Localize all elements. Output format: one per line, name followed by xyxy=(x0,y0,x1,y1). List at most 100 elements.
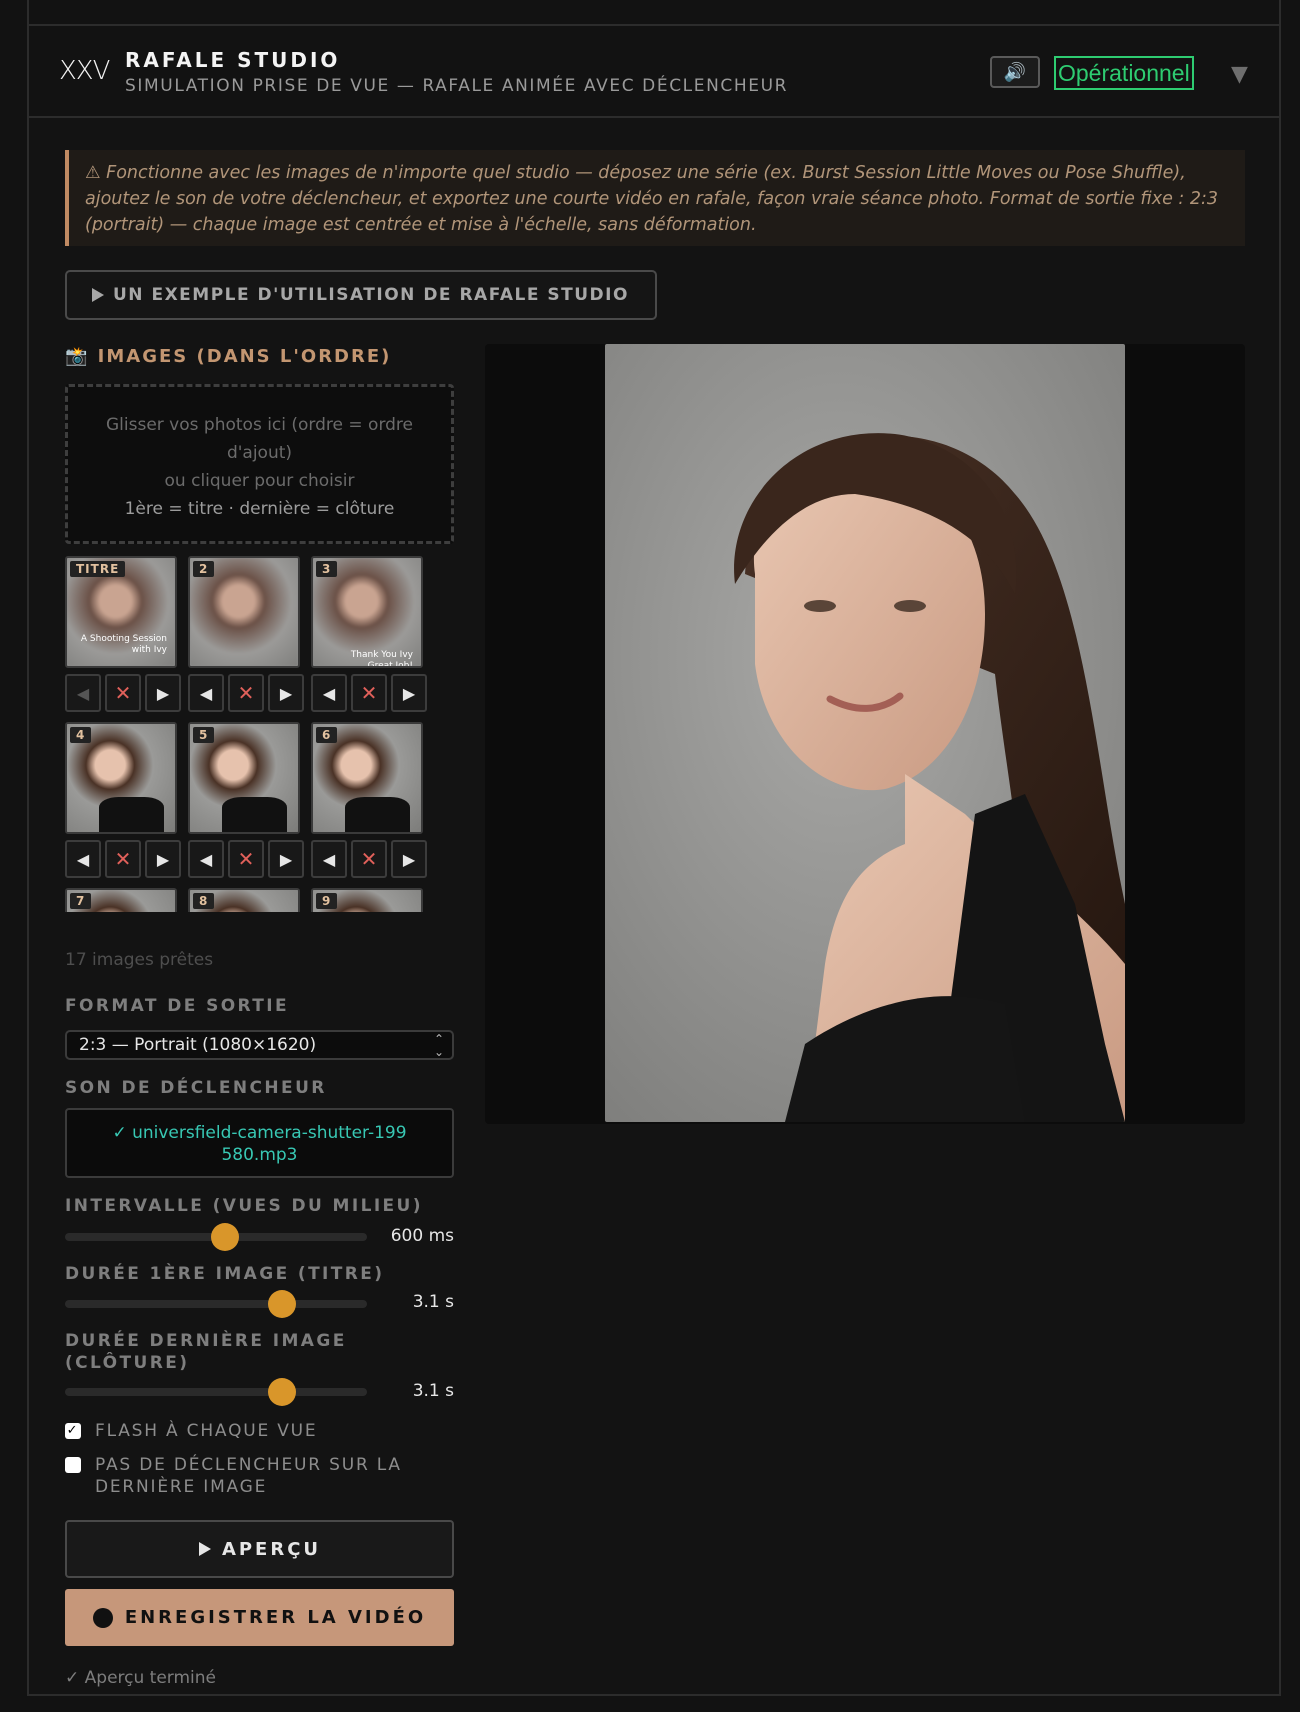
shutter-file-picker[interactable]: ✓ universfield-camera-shutter-199580.mp3 xyxy=(65,1108,454,1178)
thumbnail-dress xyxy=(345,797,411,832)
play-icon xyxy=(92,288,104,302)
dropzone-line-2: ou cliquer pour choisir xyxy=(164,471,355,491)
remove-image-button[interactable]: ✕ xyxy=(228,840,264,878)
preview-status: ✓ Aperçu terminé xyxy=(65,1668,216,1688)
first-duration-label: DURÉE 1ÈRE IMAGE (TITRE) xyxy=(65,1264,385,1284)
no-shutter-last-option[interactable]: PAS DE DÉCLENCHEUR SUR LA DERNIÈRE IMAGE xyxy=(65,1454,445,1498)
remove-image-button[interactable]: ✕ xyxy=(105,674,141,712)
dropzone-line-1: Glisser vos photos ici (ordre = ordre d'… xyxy=(106,415,413,463)
thumbnail[interactable]: TITRE A Shooting Session with Ivy xyxy=(65,556,177,668)
preview-label: APERÇU xyxy=(221,1538,322,1560)
thumbnail-caption: Thank You Ivy Great Job! xyxy=(350,650,413,668)
thumbnail-controls: ◀ ✕ ▶ xyxy=(188,674,304,712)
remove-image-button[interactable]: ✕ xyxy=(351,674,387,712)
first-duration-slider[interactable] xyxy=(65,1290,367,1318)
interval-slider[interactable] xyxy=(65,1223,367,1251)
speaker-icon: 🔊 xyxy=(1003,61,1027,83)
thumbnail-controls: ◀ ✕ ▶ xyxy=(65,674,181,712)
app-title: RAFALE STUDIO xyxy=(125,48,341,72)
thumbnail-dress xyxy=(222,797,288,832)
move-right-button[interactable]: ▶ xyxy=(391,674,427,712)
preview-button[interactable]: APERÇU xyxy=(65,1520,454,1578)
no-shutter-last-checkbox[interactable] xyxy=(65,1457,81,1473)
thumbnail-dress xyxy=(99,797,165,832)
info-notice: ⚠ Fonctionne avec les images de n'import… xyxy=(65,150,1245,246)
sound-toggle-button[interactable]: 🔊 xyxy=(990,56,1040,88)
play-icon xyxy=(198,1542,211,1556)
thumbnail-badge: 5 xyxy=(193,727,215,743)
thumbnail-badge: 9 xyxy=(316,893,338,909)
thumbnail-badge: 7 xyxy=(70,893,92,909)
thumbnail[interactable]: 5 xyxy=(188,722,300,834)
move-right-button[interactable]: ▶ xyxy=(145,674,181,712)
dropzone-line-3: 1ère = titre · dernière = clôture xyxy=(124,499,395,519)
shutter-label: SON DE DÉCLENCHEUR xyxy=(65,1078,327,1098)
remove-image-button[interactable]: ✕ xyxy=(351,840,387,878)
thumbnail-badge: 3 xyxy=(316,561,338,577)
shutter-file-name: ✓ universfield-camera-shutter-199580.mp3 xyxy=(112,1123,407,1165)
chevron-down-icon[interactable]: ▼ xyxy=(1231,62,1248,87)
flash-checkbox[interactable]: ✓ xyxy=(65,1423,81,1439)
app-subtitle: SIMULATION PRISE DE VUE — RAFALE ANIMÉE … xyxy=(125,76,789,96)
slider-knob[interactable] xyxy=(268,1290,297,1318)
thumbnail-controls: ◀ ✕ ▶ xyxy=(311,840,427,878)
first-duration-value: 3.1 s xyxy=(412,1292,454,1312)
logo: XXV xyxy=(59,56,110,86)
images-section-title: 📸 IMAGES (DANS L'ORDRE) xyxy=(65,346,392,367)
no-shutter-last-label: PAS DE DÉCLENCHEUR SUR LA DERNIÈRE IMAGE xyxy=(95,1455,402,1497)
thumbnail[interactable]: 9 xyxy=(311,888,423,912)
example-usage-button[interactable]: UN EXEMPLE D'UTILISATION DE RAFALE STUDI… xyxy=(65,270,657,320)
interval-label: INTERVALLE (VUES DU MILIEU) xyxy=(65,1196,423,1216)
preview-photo xyxy=(605,344,1125,1122)
thumbnail-controls: ◀ ✕ ▶ xyxy=(65,840,181,878)
thumbnail-grid: TITRE A Shooting Session with Ivy ◀ ✕ ▶ 2 ◀ ✕ ▶ 3… xyxy=(65,556,445,912)
portrait-image xyxy=(605,344,1125,1122)
move-left-button[interactable]: ◀ xyxy=(65,840,101,878)
image-dropzone[interactable]: Glisser vos photos ici (ordre = ordre d'… xyxy=(65,384,454,544)
header: XXV RAFALE STUDIO SIMULATION PRISE DE VU… xyxy=(29,26,1279,118)
thumbnail[interactable]: 2 xyxy=(188,556,300,668)
move-left-button[interactable]: ◀ xyxy=(188,840,224,878)
frame-edge-right xyxy=(1279,0,1281,24)
move-left-button[interactable]: ◀ xyxy=(311,840,347,878)
thumbnail[interactable]: 4 xyxy=(65,722,177,834)
thumbnail[interactable]: 8 xyxy=(188,888,300,912)
interval-value: 600 ms xyxy=(390,1226,454,1246)
thumbnail-controls: ◀ ✕ ▶ xyxy=(311,674,427,712)
remove-image-button[interactable]: ✕ xyxy=(105,840,141,878)
thumbnail-badge: 6 xyxy=(316,727,338,743)
preview-stage xyxy=(485,344,1245,1124)
status-badge: Opérationnel xyxy=(1054,56,1194,90)
images-ready-count: 17 images prêtes xyxy=(65,950,214,970)
move-right-button[interactable]: ▶ xyxy=(268,674,304,712)
move-right-button[interactable]: ▶ xyxy=(145,840,181,878)
frame-edge-left xyxy=(27,0,29,24)
thumbnail[interactable]: 7 xyxy=(65,888,177,912)
remove-image-button[interactable]: ✕ xyxy=(228,674,264,712)
thumbnail-badge: 2 xyxy=(193,561,215,577)
move-right-button[interactable]: ▶ xyxy=(391,840,427,878)
thumbnail-badge: 4 xyxy=(70,727,92,743)
slider-knob[interactable] xyxy=(211,1223,240,1251)
flash-label: FLASH À CHAQUE VUE xyxy=(95,1421,318,1441)
flash-option[interactable]: ✓ FLASH À CHAQUE VUE xyxy=(65,1420,317,1442)
record-video-button[interactable]: ENREGISTRER LA VIDÉO xyxy=(65,1589,454,1646)
move-left-button[interactable]: ◀ xyxy=(188,674,224,712)
slider-knob[interactable] xyxy=(268,1378,297,1406)
thumbnail-controls: ◀ ✕ ▶ xyxy=(188,840,304,878)
format-label: FORMAT DE SORTIE xyxy=(65,996,290,1016)
thumbnail-badge: TITRE xyxy=(70,561,126,577)
move-left-button[interactable]: ◀ xyxy=(311,674,347,712)
last-duration-slider[interactable] xyxy=(65,1378,367,1406)
format-select[interactable]: 2:3 — Portrait (1080×1620) ⌃ ⌄ xyxy=(65,1030,454,1060)
last-duration-label: DURÉE DERNIÈRE IMAGE (CLÔTURE) xyxy=(65,1331,347,1373)
record-dot-icon xyxy=(92,1607,113,1628)
app-window: XXV RAFALE STUDIO SIMULATION PRISE DE VU… xyxy=(27,24,1281,1696)
example-usage-label: UN EXEMPLE D'UTILISATION DE RAFALE STUDI… xyxy=(113,285,629,305)
record-label: ENREGISTRER LA VIDÉO xyxy=(124,1607,427,1628)
thumbnail[interactable]: 6 xyxy=(311,722,423,834)
move-left-button[interactable]: ◀ xyxy=(65,674,101,712)
thumbnail[interactable]: 3 Thank You Ivy Great Job! xyxy=(311,556,423,668)
move-right-button[interactable]: ▶ xyxy=(268,840,304,878)
thumbnail-badge: 8 xyxy=(193,893,215,909)
